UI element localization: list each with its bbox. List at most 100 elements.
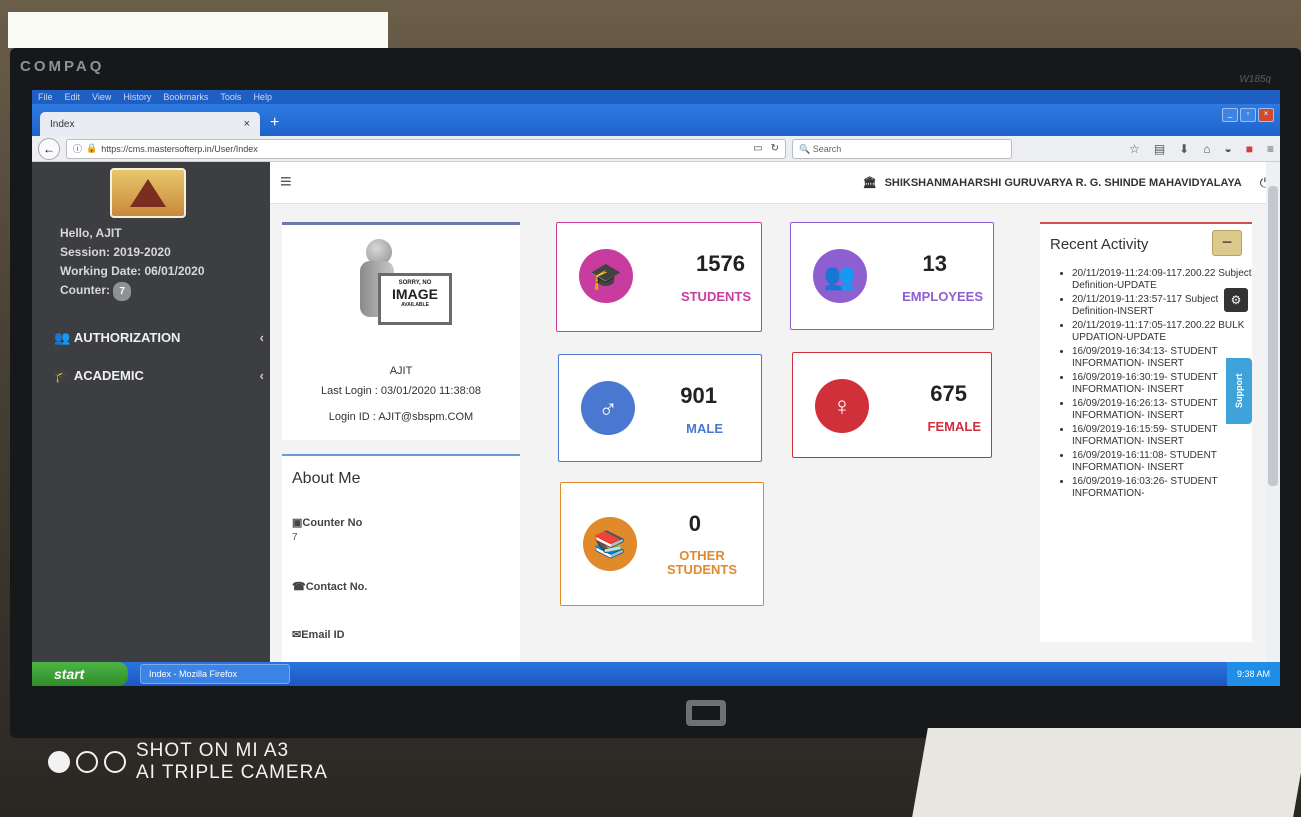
menu-file[interactable]: File (38, 92, 53, 102)
menu-bookmarks[interactable]: Bookmarks (163, 92, 208, 102)
employees-card[interactable]: 👥 13 EMPLOYEES (790, 222, 994, 330)
other-students-card[interactable]: 📚 0 OTHER STUDENTS (560, 482, 764, 606)
wall-light (8, 12, 388, 48)
sidebar-toggle-icon[interactable]: ≡ (280, 171, 292, 194)
college-title: 🏛 SHIKSHANMAHARSHI GURUVARYA R. G. SHIND… (862, 176, 1242, 190)
search-placeholder: Search (812, 143, 842, 154)
female-icon: ♀ (815, 379, 869, 433)
start-button[interactable]: start (32, 662, 128, 686)
monitor-model: W185q (1239, 74, 1271, 85)
male-count: 901 (680, 383, 717, 408)
login-id: Login ID : AJIT@sbspm.COM (328, 411, 474, 423)
no-image-line3: AVAILABLE (401, 302, 429, 308)
web-page: Hello, AJIT Session: 2019-2020 Working D… (32, 162, 1280, 664)
sidebar-item-academic[interactable]: 🎓 ACADEMIC ‹ (54, 368, 264, 384)
students-count: 1576 (696, 251, 745, 276)
list-item: 16/09/2019-16:30:19- STUDENT INFORMATION… (1072, 372, 1252, 396)
college-name: SHIKSHANMAHARSHI GURUVARYA R. G. SHINDE … (884, 176, 1242, 189)
sidebar-item-label: ACADEMIC (73, 368, 144, 383)
taskbar-item-firefox[interactable]: Index - Mozilla Firefox (140, 664, 290, 684)
no-image-line2: IMAGE (392, 286, 438, 302)
watermark-line1: SHOT ON MI A3 (136, 740, 290, 761)
close-window-button[interactable]: × (1258, 108, 1274, 122)
maximize-button[interactable]: ▫ (1240, 108, 1256, 122)
top-navbar: ≡ 🏛 SHIKSHANMAHARSHI GURUVARYA R. G. SHI… (270, 162, 1280, 204)
sidebar-item-authorization[interactable]: 👥 AUTHORIZATION ‹ (54, 330, 264, 346)
male-card[interactable]: ♂ 901 MALE (558, 354, 762, 462)
employees-label: EMPLOYEES (902, 289, 983, 304)
employees-icon: 👥 (813, 249, 867, 303)
tab-title: Index (50, 118, 75, 130)
greeting: Hello, AJIT (60, 226, 122, 240)
monitor-screen: File Edit View History Bookmarks Tools H… (32, 90, 1280, 686)
download-icon[interactable]: ⬇ (1179, 142, 1189, 156)
counter-no-value: 7 (292, 532, 298, 543)
list-item: 16/09/2019-16:34:13- STUDENT INFORMATION… (1072, 346, 1252, 370)
home-icon[interactable]: ⌂ (1203, 142, 1210, 156)
menu-edit[interactable]: Edit (65, 92, 81, 102)
chevron-left-icon: ‹ (259, 330, 264, 345)
pdf-icon[interactable]: ■ (1246, 142, 1253, 156)
menu-history[interactable]: History (123, 92, 151, 102)
list-item: 20/11/2019-11:17:05-117.200.22 BULK UPDA… (1072, 320, 1252, 344)
graduation-cap-icon: 🎓 (54, 368, 74, 383)
reader-icon[interactable]: ▭ (753, 143, 762, 154)
profile-card: SORRY, NO IMAGE AVAILABLE AJIT Last Logi… (282, 222, 520, 440)
monitor-brand: COMPAQ (20, 58, 105, 75)
male-icon: ♂ (581, 381, 635, 435)
female-card[interactable]: ♀ 675 FEMALE (792, 352, 992, 458)
menu-tools[interactable]: Tools (220, 92, 241, 102)
tab-index[interactable]: Index × (40, 112, 260, 136)
browser-navbar: ← ⓘ 🔒 https://cms.mastersofterp.in/User/… (32, 136, 1280, 162)
menu-view[interactable]: View (92, 92, 111, 102)
counter: Counter: 7 (60, 281, 205, 301)
reload-icon[interactable]: ↻ (771, 143, 779, 154)
other-students-label: OTHER STUDENTS (666, 548, 737, 577)
new-tab-button[interactable]: + (270, 114, 279, 132)
support-tab[interactable]: Support (1226, 358, 1252, 424)
gear-icon[interactable]: ⚙ (1224, 288, 1248, 312)
taskbar: start Index - Mozilla Firefox 9:38 AM (32, 662, 1280, 686)
desk-papers (912, 728, 1301, 817)
counter-badge: 7 (113, 282, 131, 301)
counter-label: Counter: (60, 283, 110, 297)
search-input[interactable]: 🔍 Search (792, 138, 1012, 159)
browser-tabbar: Index × + _ ▫ × (32, 104, 1280, 136)
last-login: Last Login : 03/01/2020 11:38:08 (320, 385, 482, 397)
collapse-button[interactable]: − (1212, 230, 1242, 256)
tab-close-icon[interactable]: × (244, 118, 250, 130)
watermark-line2: AI TRIPLE CAMERA (136, 762, 328, 783)
pocket-icon[interactable]: ◒ (1224, 142, 1231, 156)
minimize-button[interactable]: _ (1222, 108, 1238, 122)
about-me-card: About Me ▣Counter No 7 ☎Contact No. ✉Ema… (282, 454, 520, 664)
graduation-cap-icon: 🎓 (579, 249, 633, 303)
library-icon[interactable]: ▤ (1154, 142, 1165, 156)
other-students-count: 0 (688, 511, 701, 536)
college-logo (110, 168, 186, 218)
page-scrollbar[interactable] (1266, 162, 1280, 662)
camera-dots-icon (48, 751, 126, 773)
system-tray-clock: 9:38 AM (1226, 662, 1280, 686)
bookmark-star-icon[interactable]: ☆ (1129, 142, 1140, 156)
sidebar: Hello, AJIT Session: 2019-2020 Working D… (32, 162, 270, 662)
info-icon: ⓘ (73, 144, 83, 154)
back-button[interactable]: ← (38, 137, 60, 160)
employees-count: 13 (922, 251, 947, 276)
list-item: 16/09/2019-16:11:08- STUDENT INFORMATION… (1072, 450, 1252, 474)
lock-icon: 🔒 (86, 143, 98, 153)
students-label: STUDENTS (680, 289, 751, 304)
hamburger-menu-icon[interactable]: ≡ (1267, 142, 1274, 156)
about-title: About Me (292, 470, 361, 487)
menu-help[interactable]: Help (253, 92, 272, 102)
url-bar[interactable]: ⓘ 🔒 https://cms.mastersofterp.in/User/In… (66, 138, 786, 159)
recent-activity-panel: Recent Activity − 20/11/2019-11:24:09-11… (1040, 222, 1252, 642)
camera-watermark: SHOT ON MI A3 AI TRIPLE CAMERA (48, 740, 328, 784)
female-label: FEMALE (927, 419, 981, 434)
working-date: Working Date: 06/01/2020 (60, 264, 205, 278)
main-content: ≡ 🏛 SHIKSHANMAHARSHI GURUVARYA R. G. SHI… (270, 162, 1280, 664)
students-card[interactable]: 🎓 1576 STUDENTS (556, 222, 762, 332)
institution-icon: 🏛 (862, 177, 877, 189)
profile-name: AJIT (389, 365, 413, 377)
contact-label: ☎Contact No. (292, 581, 368, 593)
female-count: 675 (930, 381, 967, 406)
